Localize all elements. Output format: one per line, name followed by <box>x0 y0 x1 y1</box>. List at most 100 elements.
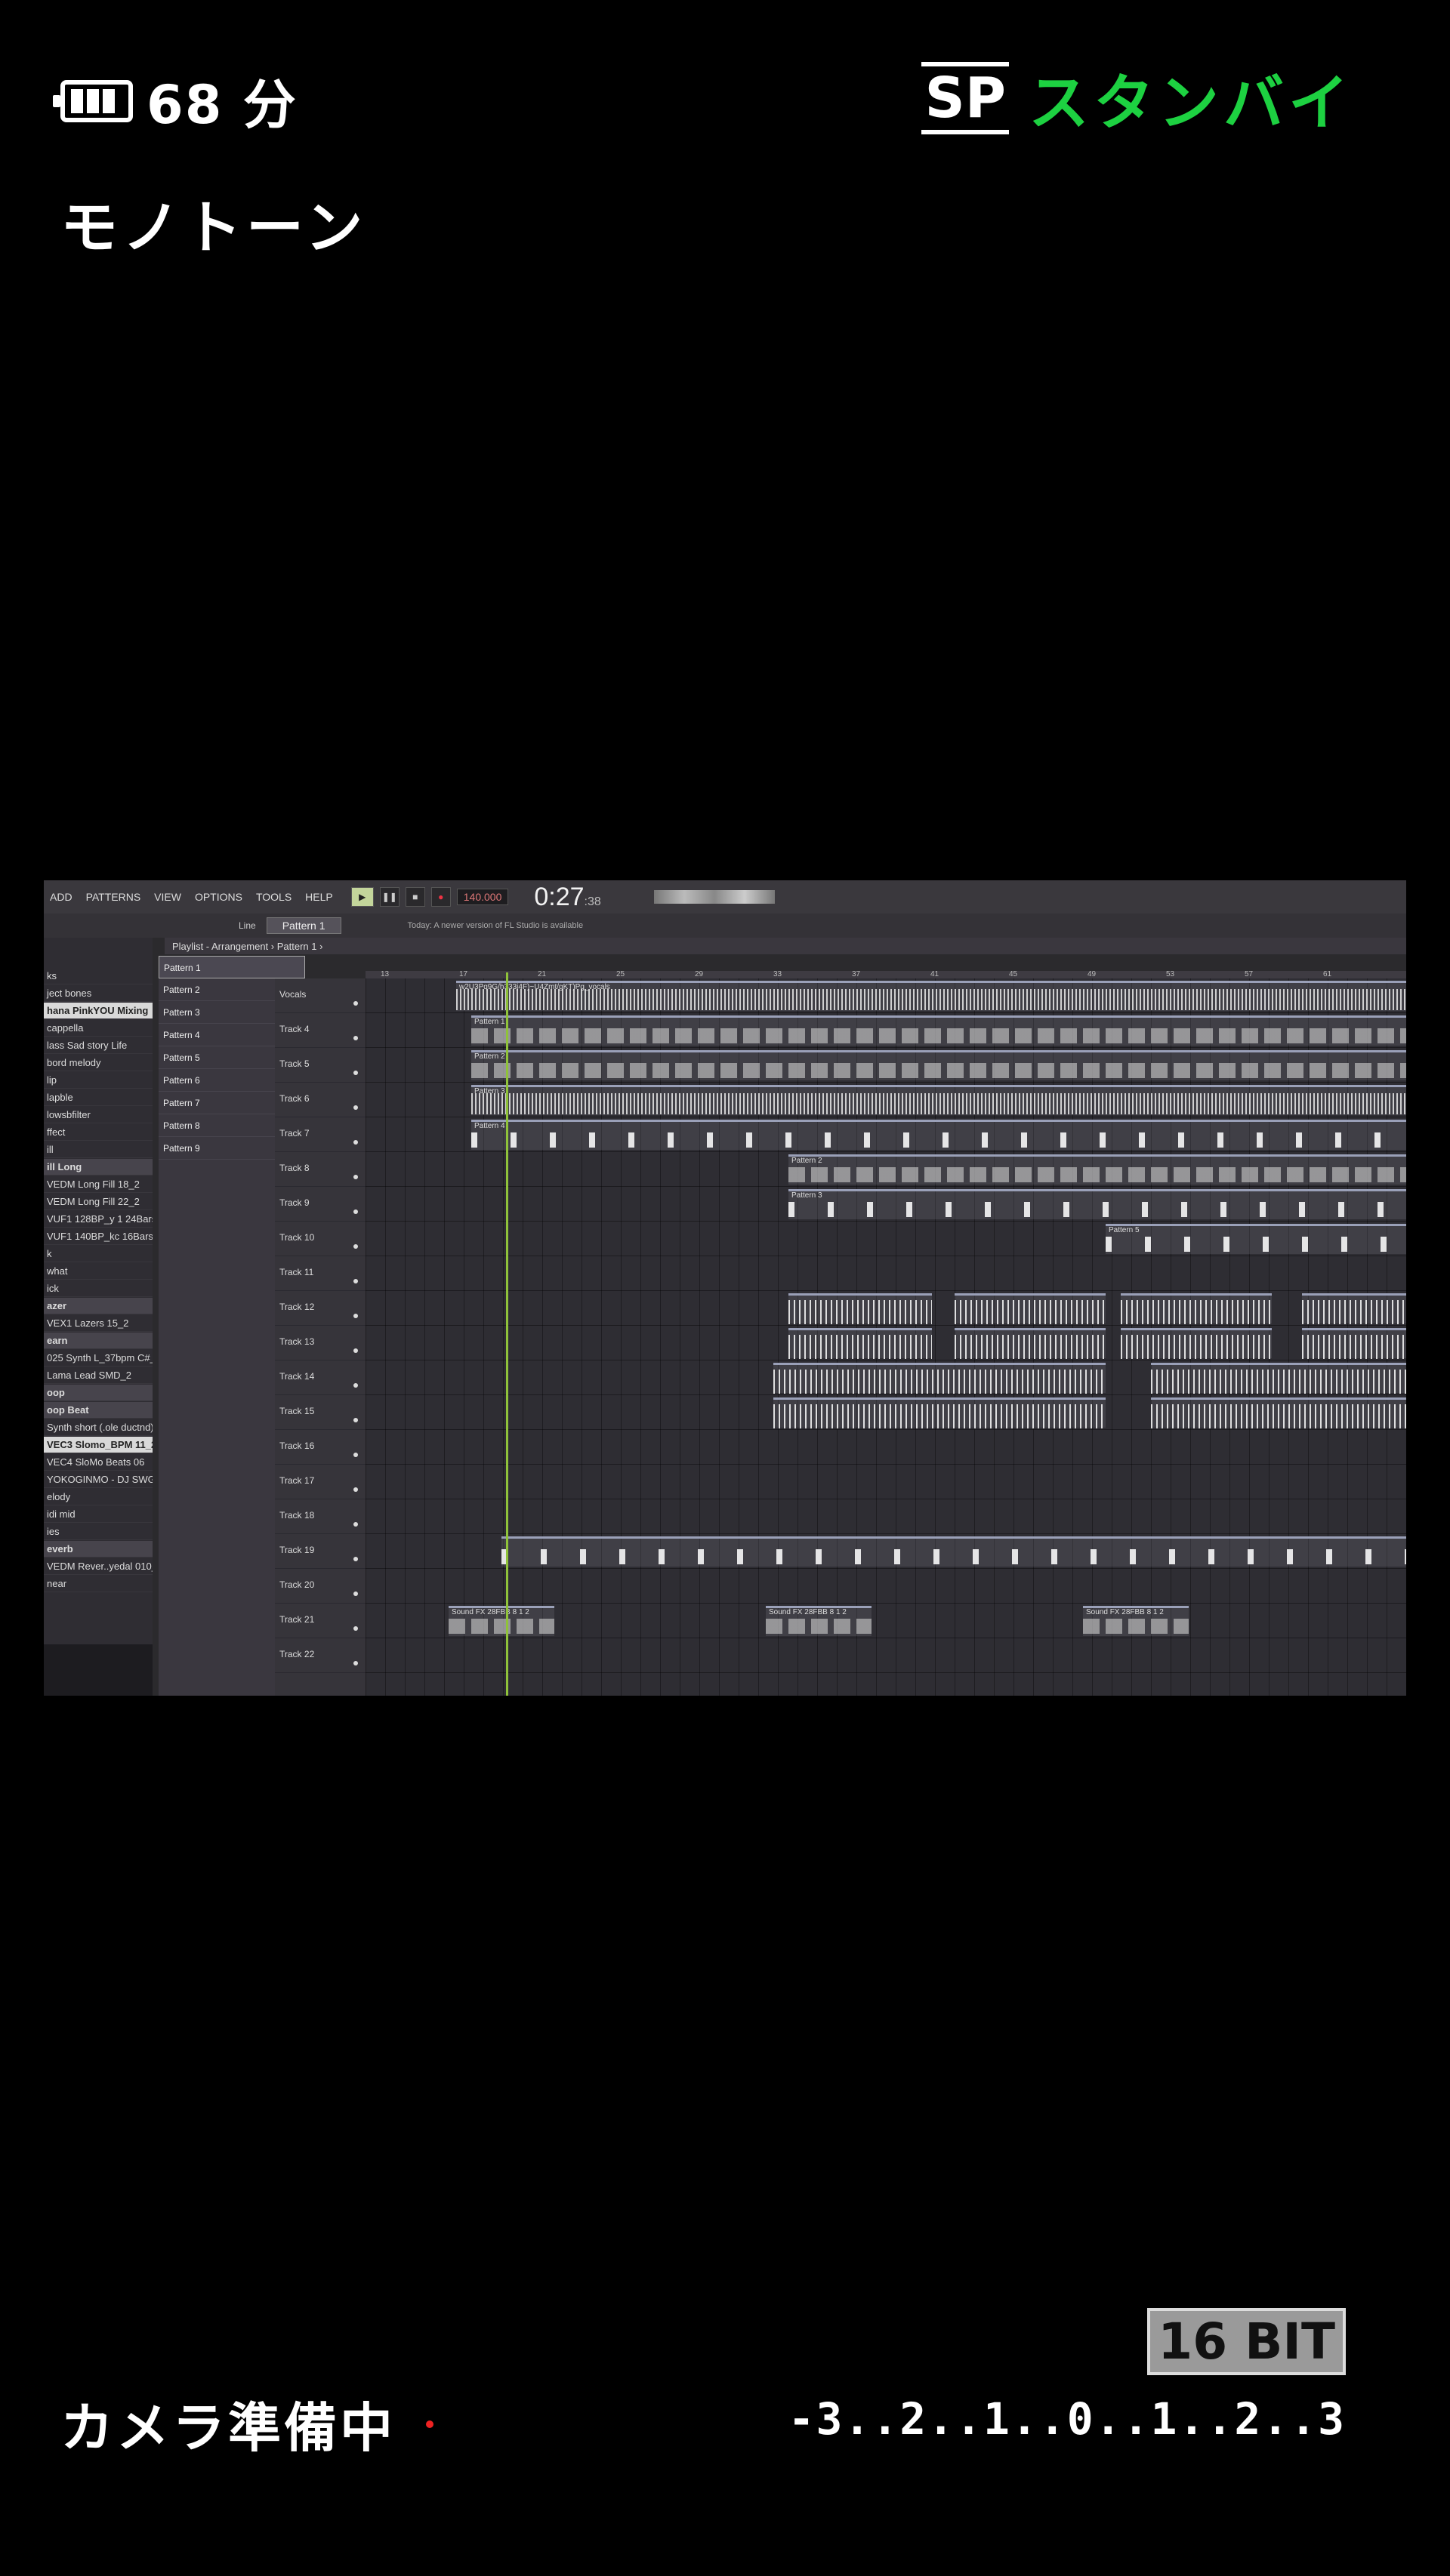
track-header[interactable]: Track 21 <box>275 1604 366 1638</box>
menu-tools[interactable]: TOOLS <box>253 891 295 903</box>
browser-item[interactable]: ill <box>44 1142 153 1158</box>
browser-item[interactable]: lip <box>44 1072 153 1089</box>
playlist-clip[interactable] <box>1302 1328 1406 1359</box>
browser-item[interactable]: hana PinkYOU Mixing <box>44 1003 153 1019</box>
browser-item[interactable]: what <box>44 1263 153 1280</box>
playlist-clip[interactable] <box>773 1397 1106 1428</box>
track-header[interactable]: Track 14 <box>275 1360 366 1395</box>
playlist-clip[interactable] <box>1151 1363 1406 1394</box>
battery-indicator: 68 分 <box>53 63 298 139</box>
playlist-clip[interactable]: Pattern 1 <box>471 1015 1406 1046</box>
pattern-item[interactable]: Pattern 1 <box>159 956 305 978</box>
browser-item[interactable]: YOKOGINMO - DJ SWG 01 <box>44 1471 153 1488</box>
menu-patterns[interactable]: PATTERNS <box>83 891 144 903</box>
browser-item[interactable]: oop Beat <box>44 1402 153 1419</box>
track-header[interactable]: Track 5 <box>275 1048 366 1083</box>
browser-item[interactable]: VUF1 140BP_kc 16Bars_2 <box>44 1228 153 1245</box>
browser-item[interactable]: oop <box>44 1385 153 1401</box>
playlist-clip[interactable]: w2U3Pq9G/h333j4F)~U4Zmt/gKT)Pg_vocals <box>456 981 1406 1011</box>
browser-item[interactable]: lowsbfilter <box>44 1107 153 1123</box>
playlist-clip[interactable] <box>1121 1293 1272 1324</box>
browser-item[interactable]: ick <box>44 1280 153 1297</box>
playlist-clip[interactable] <box>501 1536 1406 1567</box>
browser-item[interactable]: near <box>44 1576 153 1592</box>
track-header[interactable]: Track 17 <box>275 1465 366 1499</box>
playlist-clip[interactable]: Sound FX 28FBB 8 1 2 <box>1083 1606 1189 1636</box>
browser-item[interactable]: elody <box>44 1489 153 1505</box>
browser-item[interactable]: Lama Lead SMD_2 <box>44 1367 153 1384</box>
playlist-clip[interactable]: Pattern 2 <box>471 1050 1406 1080</box>
browser-item[interactable]: ies <box>44 1524 153 1540</box>
browser-item[interactable]: everb <box>44 1541 153 1558</box>
browser-item[interactable]: azer <box>44 1298 153 1314</box>
browser-item[interactable]: idi mid <box>44 1506 153 1523</box>
browser-item[interactable]: VEX1 Lazers 15_2 <box>44 1315 153 1332</box>
browser-item[interactable]: VEDM Rever..yedal 010_2 <box>44 1558 153 1575</box>
track-header[interactable]: Track 7 <box>275 1117 366 1152</box>
playlist-grid[interactable]: w2U3Pq9G/h333j4F)~U4Zmt/gKT)Pg_vocals Pat… <box>366 978 1406 1696</box>
playlist-clip[interactable]: Pattern 2 <box>788 1154 1406 1185</box>
record-icon[interactable]: ● <box>430 887 451 907</box>
browser-item[interactable]: k <box>44 1246 153 1262</box>
track-header[interactable]: Track 11 <box>275 1256 366 1291</box>
clip-content <box>1121 1300 1272 1324</box>
stop-icon[interactable]: ■ <box>405 887 425 907</box>
playlist-clip[interactable] <box>788 1293 932 1324</box>
menu-view[interactable]: VIEW <box>151 891 184 903</box>
track-header[interactable]: Track 12 <box>275 1291 366 1326</box>
track-header[interactable]: Track 15 <box>275 1395 366 1430</box>
playlist-clip[interactable]: Pattern 5 <box>1106 1224 1406 1254</box>
playlist-clip[interactable]: Pattern 4 <box>471 1120 1406 1150</box>
tempo-display[interactable]: 140.000 <box>456 889 509 905</box>
ruler-mark: 25 <box>616 970 625 978</box>
track-header[interactable]: Track 10 <box>275 1222 366 1256</box>
browser-item[interactable]: VUF1 128BP_y 1 24Bars_2 <box>44 1211 153 1228</box>
browser-item[interactable]: lass Sad story Life <box>44 1037 153 1054</box>
track-header[interactable]: Track 20 <box>275 1569 366 1604</box>
browser-item[interactable]: cappella <box>44 1020 153 1037</box>
pause-icon[interactable]: ❚❚ <box>379 887 400 907</box>
playlist-clip[interactable] <box>1121 1328 1272 1359</box>
track-header[interactable]: Track 9 <box>275 1187 366 1222</box>
browser-item[interactable]: earn <box>44 1333 153 1349</box>
play-icon[interactable]: ▶ <box>350 887 374 907</box>
playlist-clip[interactable] <box>955 1293 1106 1324</box>
browser-item[interactable]: bord melody <box>44 1055 153 1071</box>
browser-item[interactable]: 025 Synth L_37bpm C#_2 <box>44 1350 153 1367</box>
menu-options[interactable]: OPTIONS <box>192 891 245 903</box>
track-header[interactable]: Track 18 <box>275 1499 366 1534</box>
playlist-clip[interactable]: Pattern 3 <box>471 1085 1406 1115</box>
browser-item[interactable]: VEDM Long Fill 22_2 <box>44 1194 153 1210</box>
browser-item[interactable]: lapble <box>44 1089 153 1106</box>
browser-item[interactable]: VEC4 SloMo Beats 06 <box>44 1454 153 1471</box>
track-header[interactable]: Track 13 <box>275 1326 366 1360</box>
track-header[interactable]: Track 4 <box>275 1013 366 1048</box>
browser-item[interactable]: VEDM Long Fill 18_2 <box>44 1176 153 1193</box>
playlist-clip[interactable] <box>1302 1293 1406 1324</box>
browser-item[interactable]: ject bones <box>44 985 153 1002</box>
playlist-clip[interactable] <box>788 1328 932 1359</box>
pattern-selector[interactable]: Pattern 1 <box>266 917 341 934</box>
playhead[interactable] <box>506 972 508 1696</box>
menu-help[interactable]: HELP <box>302 891 336 903</box>
browser-item[interactable]: VEC3 Slomo_BPM 11_2 <box>44 1437 153 1453</box>
browser-item[interactable]: Synth short (.ole ductnd) <box>44 1419 153 1436</box>
browser-item[interactable]: ill Long <box>44 1159 153 1176</box>
snap-select[interactable]: Line <box>239 920 256 931</box>
track-header[interactable]: Track 8 <box>275 1152 366 1187</box>
track-header[interactable]: Track 19 <box>275 1534 366 1569</box>
playlist-clip[interactable] <box>773 1363 1106 1394</box>
browser-item[interactable]: ffect <box>44 1124 153 1141</box>
playlist-clip[interactable]: Sound FX 28FBB 8 1 2 <box>766 1606 872 1636</box>
track-header[interactable]: Track 6 <box>275 1083 366 1117</box>
playlist-clip[interactable] <box>1151 1397 1406 1428</box>
playlist-clip[interactable] <box>955 1328 1106 1359</box>
browser-item[interactable]: ks <box>44 968 153 984</box>
track-header[interactable]: Track 22 <box>275 1638 366 1673</box>
playlist-clip[interactable]: Sound FX 28FBB 8 1 2 <box>449 1606 554 1636</box>
news-panel[interactable]: Today: A newer version of FL Studio is a… <box>408 921 584 930</box>
track-header[interactable]: Vocals <box>275 978 366 1013</box>
track-header[interactable]: Track 16 <box>275 1430 366 1465</box>
menu-add[interactable]: ADD <box>47 891 76 903</box>
playlist-clip[interactable]: Pattern 3 <box>788 1189 1406 1219</box>
